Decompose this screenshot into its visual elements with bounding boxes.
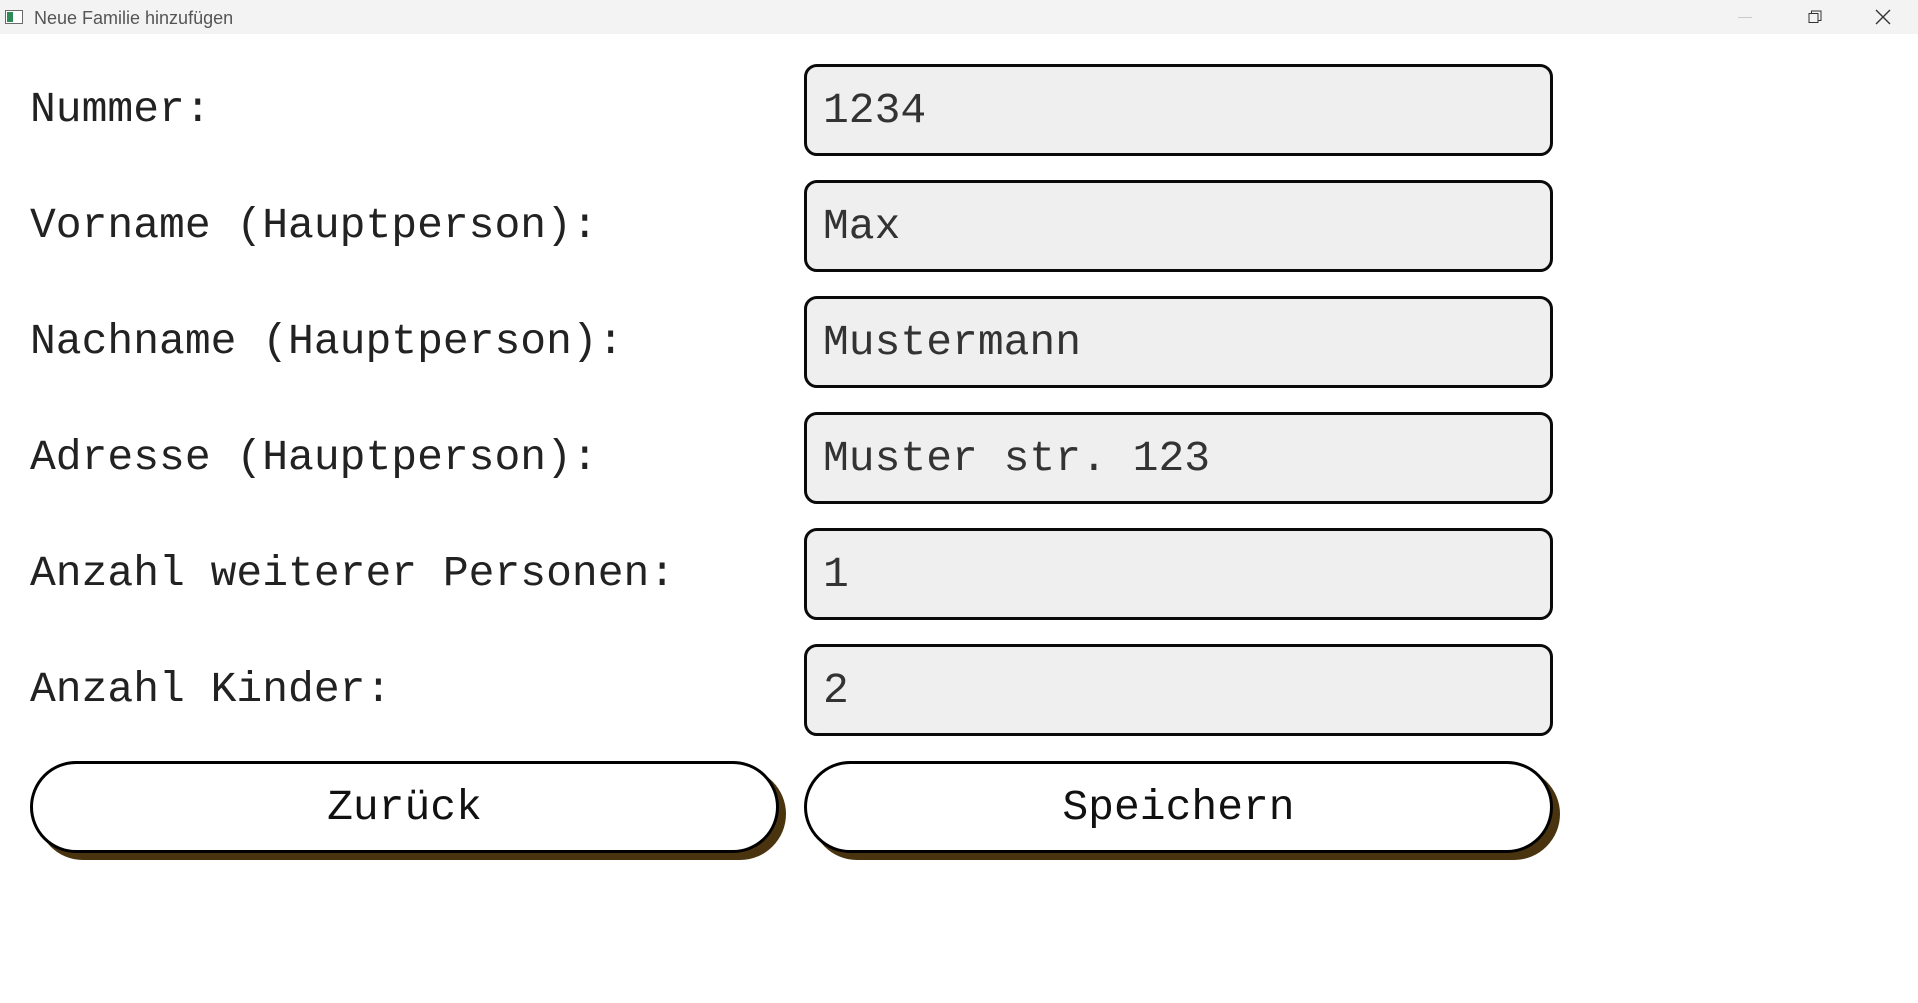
back-button[interactable]: Zurück xyxy=(30,761,779,853)
window-title: Neue Familie hinzufügen xyxy=(34,8,234,28)
restore-icon xyxy=(1808,10,1822,23)
vorname-input[interactable] xyxy=(804,180,1553,272)
nachname-input[interactable] xyxy=(804,296,1553,388)
nummer-input[interactable] xyxy=(804,64,1553,156)
minimize-icon xyxy=(1738,16,1752,18)
close-icon xyxy=(1875,9,1891,25)
title-bar: Neue Familie hinzufügen xyxy=(0,0,1918,34)
label-weitere-personen: Anzahl weiterer Personen: xyxy=(30,549,676,598)
label-kinder: Anzahl Kinder: xyxy=(30,665,392,714)
minimize-button[interactable] xyxy=(1710,0,1780,34)
adresse-input[interactable] xyxy=(804,412,1553,504)
label-nummer: Nummer: xyxy=(30,85,211,134)
label-adresse: Adresse (Hauptperson): xyxy=(30,433,598,482)
close-button[interactable] xyxy=(1848,0,1918,34)
app-window-icon xyxy=(5,10,23,24)
save-button[interactable]: Speichern xyxy=(804,761,1553,853)
label-nachname: Nachname (Hauptperson): xyxy=(30,317,624,366)
kinder-input[interactable] xyxy=(804,644,1553,736)
label-vorname: Vorname (Hauptperson): xyxy=(30,201,598,250)
restore-button[interactable] xyxy=(1780,0,1850,34)
weitere-personen-input[interactable] xyxy=(804,528,1553,620)
